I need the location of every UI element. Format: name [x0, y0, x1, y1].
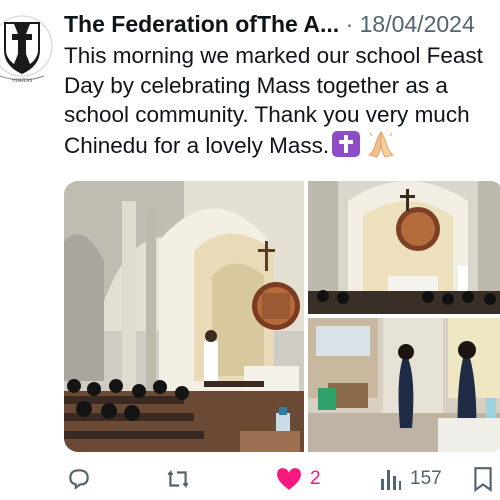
altar-photo[interactable] — [308, 181, 500, 314]
like-count: 2 — [310, 468, 321, 489]
heart-icon — [276, 467, 302, 491]
views-button[interactable]: 157 — [372, 464, 442, 494]
tweet-text-line: Day by celebrating Mass together as a — [64, 72, 448, 98]
procession-photo[interactable] — [308, 318, 500, 452]
media-grid — [64, 181, 500, 452]
tweet-text-line-last: Chinedu for a lovely Mass. — [64, 127, 500, 161]
action-bar: 2 157 — [0, 460, 500, 500]
retweet-icon — [164, 466, 192, 492]
reply-button[interactable] — [66, 464, 92, 494]
bookmark-button[interactable] — [472, 464, 494, 494]
bookmark-icon — [472, 466, 494, 492]
folded-hands-emoji — [366, 127, 396, 158]
view-count: 157 — [410, 468, 442, 489]
avatar-logo-text: VERITAS — [12, 79, 33, 84]
author-name[interactable]: The Federation ofThe A... — [64, 11, 339, 37]
retweet-button[interactable] — [164, 464, 192, 494]
tweet-text-line: school community. Thank you very much — [64, 102, 470, 127]
separator-dot: · — [345, 11, 354, 37]
tweet-text: This morning we marked our school Feast … — [64, 41, 500, 160]
reply-icon — [66, 466, 92, 492]
tweet-text-segment: Chinedu for a lovely Mass. — [64, 132, 330, 158]
tweet-text-line: This morning we marked our school Feast — [64, 43, 483, 68]
avatar[interactable]: VERITAS — [0, 4, 54, 84]
tweet-date[interactable]: 18/04/2024 — [360, 11, 475, 37]
latin-cross-emoji — [332, 130, 361, 157]
views-icon — [380, 467, 402, 491]
tweet-header: The Federation ofThe A... · 18/04/2024 — [64, 9, 500, 39]
church-interior-photo[interactable] — [64, 181, 304, 452]
like-button[interactable]: 2 — [268, 464, 321, 494]
